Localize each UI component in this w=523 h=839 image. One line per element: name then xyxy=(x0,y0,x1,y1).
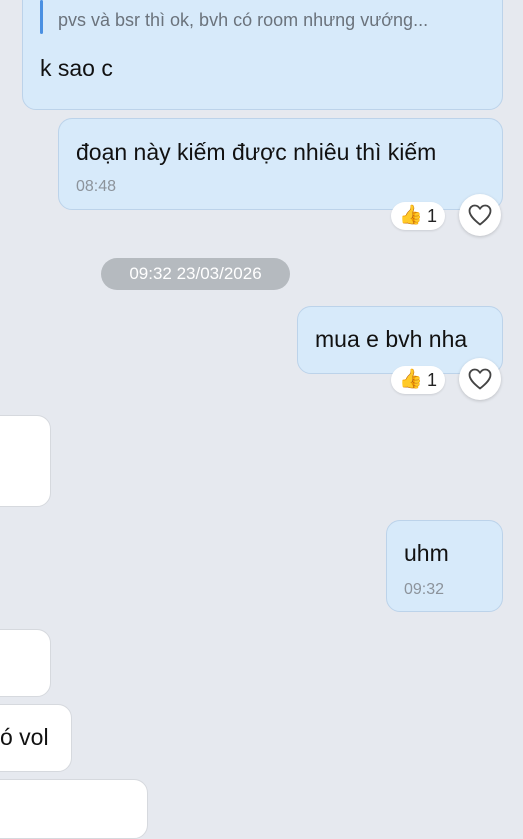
thumbs-up-icon: 👍 xyxy=(399,369,423,390)
reaction-count: 1 xyxy=(427,206,438,226)
reaction-badge[interactable]: 👍 1 xyxy=(391,366,445,394)
message-timestamp: 09:32 xyxy=(404,581,445,598)
reply-quote-text: pvs và bsr thì ok, bvh có room nhưng vướ… xyxy=(58,10,429,30)
react-heart-button[interactable] xyxy=(459,358,501,400)
message-text: ó vol xyxy=(0,724,49,750)
thumbs-up-icon: 👍 xyxy=(399,205,423,226)
message-bubble-incoming[interactable] xyxy=(0,629,51,697)
date-separator: 09:32 23/03/2026 xyxy=(101,258,290,290)
message-bubble-incoming[interactable] xyxy=(0,779,148,839)
reaction-badge[interactable]: 👍 1 xyxy=(391,202,445,230)
heart-outline-icon xyxy=(468,204,492,226)
heart-outline-icon xyxy=(468,368,492,390)
message-text: uhm xyxy=(404,540,449,566)
message-text: đoạn này kiếm được nhiêu thì kiếm xyxy=(76,139,437,165)
react-heart-button[interactable] xyxy=(459,194,501,236)
message-text: mua e bvh nha xyxy=(315,326,468,352)
message-bubble-incoming[interactable] xyxy=(0,415,51,507)
reply-quote-bar xyxy=(40,0,43,34)
message-timestamp: 08:48 xyxy=(76,178,117,195)
message-text: k sao c xyxy=(40,55,113,81)
reaction-count: 1 xyxy=(427,370,438,390)
